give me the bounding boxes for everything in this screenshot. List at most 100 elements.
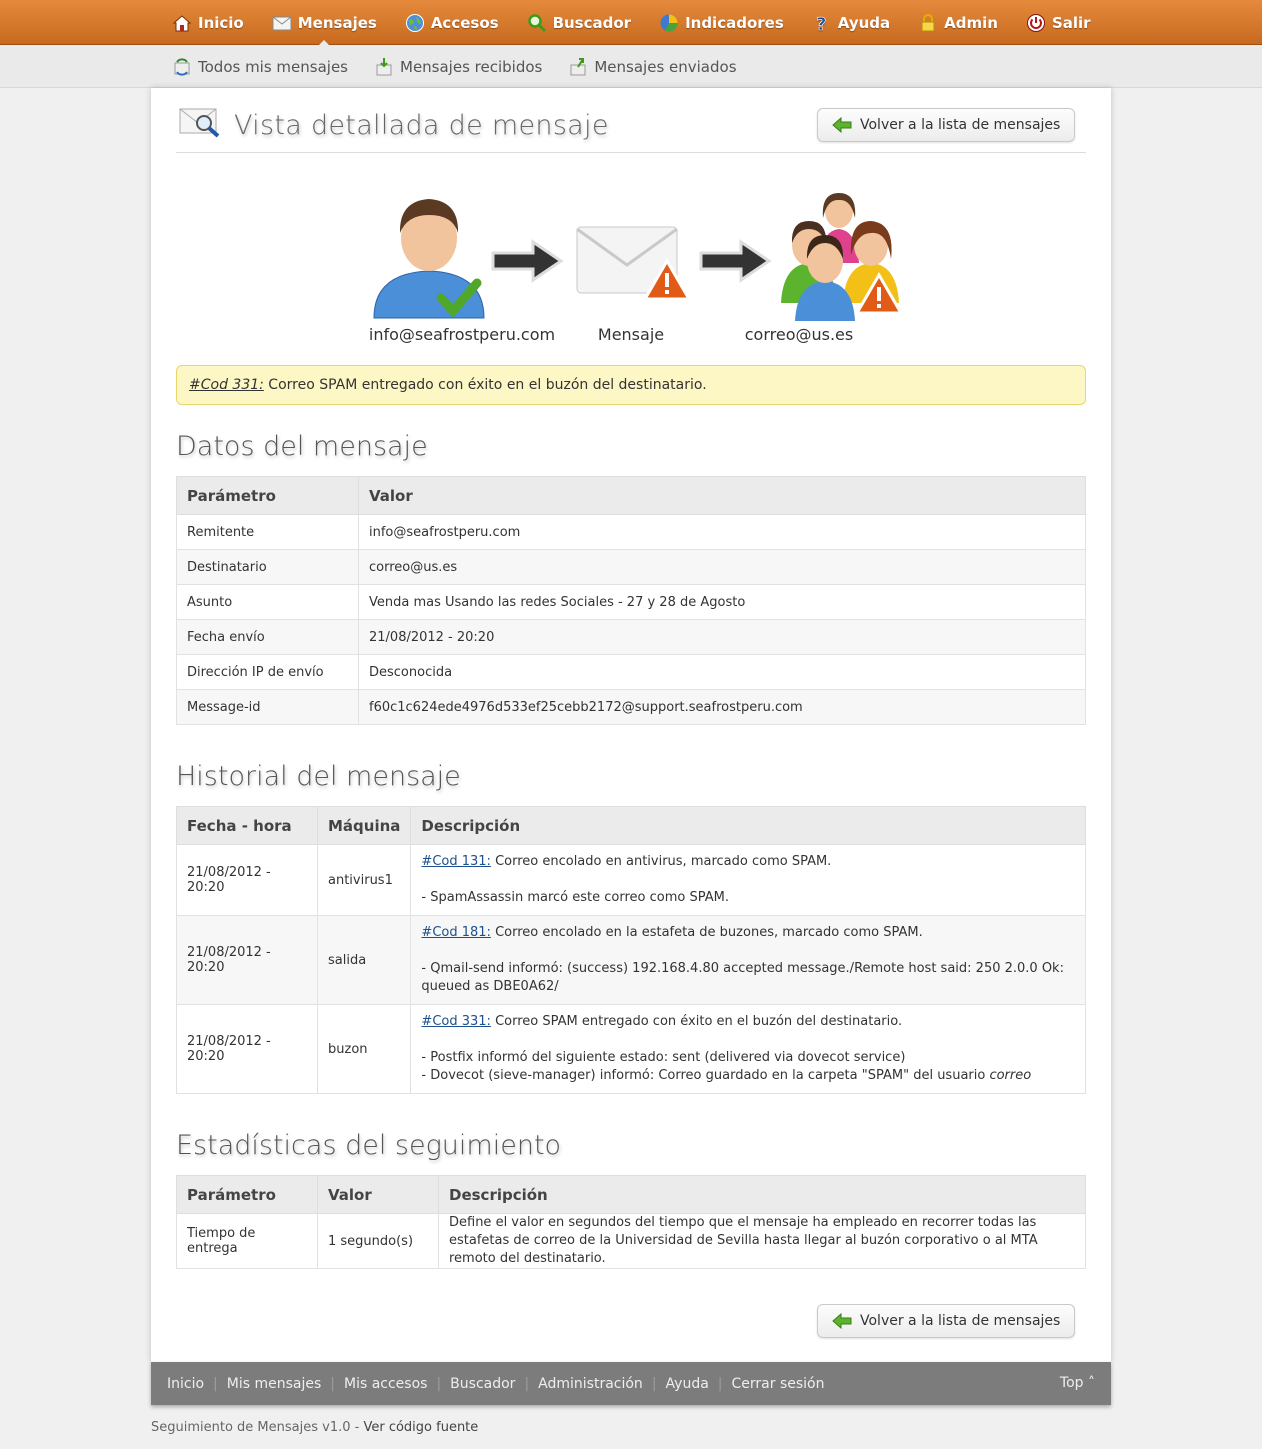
column-header: Parámetro xyxy=(176,476,359,515)
description-cell: #Cod 181: Correo encolado en la estafeta… xyxy=(410,915,1086,1005)
footer-link-mis-mensajes[interactable]: Mis mensajes xyxy=(227,1376,322,1392)
description-summary: #Cod 331: Correo SPAM entregado con éxit… xyxy=(421,1013,1075,1031)
menu-mensajes-label: Mensajes xyxy=(297,13,377,32)
footer-link-inicio[interactable]: Inicio xyxy=(167,1376,204,1392)
status-code-link[interactable]: #Cod 331: xyxy=(189,377,264,393)
code-link[interactable]: #Cod 181: xyxy=(421,925,491,940)
table-row: Destinatario correo@us.es xyxy=(176,549,1086,585)
column-header: Máquina xyxy=(316,806,412,845)
value-cell: 21/08/2012 - 20:20 xyxy=(358,619,1086,655)
footer-link-mis-accesos[interactable]: Mis accesos xyxy=(344,1376,427,1392)
separator: | xyxy=(717,1375,723,1392)
submenu-todos[interactable]: Todos mis mensajes xyxy=(172,45,348,88)
table-row: 21/08/2012 - 20:20 salida #Cod 181: Corr… xyxy=(176,915,1086,1005)
recipient-address: correo@us.es xyxy=(744,325,854,344)
menu-salir[interactable]: Salir xyxy=(1026,0,1091,45)
description-summary: #Cod 131: Correo encolado en antivirus, … xyxy=(421,853,1075,871)
sub-navigation-bar: Todos mis mensajes Mensajes recibidos Me… xyxy=(0,45,1262,88)
message-search-icon xyxy=(179,108,220,138)
param-cell: Destinatario xyxy=(176,549,359,585)
code-link[interactable]: #Cod 331: xyxy=(421,1014,491,1029)
submenu-recibidos[interactable]: Mensajes recibidos xyxy=(374,45,542,88)
back-to-top-link[interactable]: Top ˄ xyxy=(1060,1375,1095,1391)
value-cell: info@seafrostperu.com xyxy=(358,514,1086,550)
submenu-enviados[interactable]: Mensajes enviados xyxy=(568,45,737,88)
outbox-icon xyxy=(570,57,586,75)
menu-admin[interactable]: Admin xyxy=(918,0,998,45)
menu-mensajes[interactable]: Mensajes xyxy=(272,0,377,46)
table-row: 21/08/2012 - 20:20 buzon #Cod 331: Corre… xyxy=(176,1004,1086,1094)
footer-link-administracion[interactable]: Administración xyxy=(538,1376,643,1392)
message-history-table: Fecha - hora Máquina Descripción 21/08/2… xyxy=(176,806,1086,1094)
section-title-datos: Datos del mensaje xyxy=(176,431,428,462)
arrow-right-icon xyxy=(491,239,564,283)
user-name: correo xyxy=(989,1068,1032,1083)
separator: | xyxy=(524,1375,530,1392)
tracking-stats-table: Parámetro Valor Descripción Tiempo de en… xyxy=(176,1175,1086,1269)
power-icon xyxy=(1026,13,1045,32)
date-cell: 21/08/2012 - 20:20 xyxy=(176,1004,318,1094)
footer-link-cerrar-sesion[interactable]: Cerrar sesión xyxy=(732,1376,825,1392)
menu-buscador[interactable]: Buscador xyxy=(527,0,632,45)
separator: | xyxy=(436,1375,442,1392)
description-cell: #Cod 331: Correo SPAM entregado con éxit… xyxy=(410,1004,1086,1094)
lock-icon xyxy=(921,13,935,31)
menu-accesos[interactable]: Accesos xyxy=(405,0,499,45)
separator: | xyxy=(651,1375,657,1392)
menu-admin-label: Admin xyxy=(944,13,998,32)
value-cell: 1 segundo(s) xyxy=(317,1213,439,1269)
recipient-group-icon xyxy=(781,193,904,321)
code-link[interactable]: #Cod 131: xyxy=(421,854,491,869)
message-flow: info@seafrostperu.com Mensaje correo@us.… xyxy=(151,193,1111,353)
page-title: Vista detallada de mensaje xyxy=(234,110,609,141)
message-warning-icon xyxy=(576,226,691,301)
summary-text: Correo encolado en antivirus, marcado co… xyxy=(490,854,832,869)
inbox-icon xyxy=(376,57,392,75)
menu-salir-label: Salir xyxy=(1051,13,1091,32)
footer-link-buscador[interactable]: Buscador xyxy=(450,1376,515,1392)
description-detail: - SpamAssassin marcó este correo como SP… xyxy=(421,890,729,905)
param-cell: Asunto xyxy=(176,584,359,620)
table-row: 21/08/2012 - 20:20 antivirus1 #Cod 131: … xyxy=(176,844,1086,916)
machine-cell: buzon xyxy=(316,1004,412,1094)
summary-text: Correo SPAM entregado con éxito en el bu… xyxy=(490,1014,903,1029)
menu-buscador-label: Buscador xyxy=(552,13,632,32)
sender-address: info@seafrostperu.com xyxy=(368,325,556,344)
table-row: Message-id f60c1c624ede4976d533ef25cebb21… xyxy=(176,689,1086,725)
table-row: Tiempo de entrega 1 segundo(s) Define el… xyxy=(176,1213,1086,1269)
submenu-enviados-label: Mensajes enviados xyxy=(594,57,737,76)
column-header: Valor xyxy=(317,1175,439,1214)
description-cell: Define el valor en segundos del tiempo q… xyxy=(438,1213,1086,1269)
machine-cell: antivirus1 xyxy=(316,844,412,916)
machine-cell: salida xyxy=(316,915,412,1005)
param-cell: Dirección IP de envío xyxy=(176,654,359,690)
arrow-left-icon xyxy=(832,117,852,133)
description-detail: - Postfix informó del siguiente estado: … xyxy=(421,1050,906,1065)
description-cell: #Cod 131: Correo encolado en antivirus, … xyxy=(410,844,1086,916)
footer-link-ayuda[interactable]: Ayuda xyxy=(666,1376,709,1392)
menu-indicadores-label: Indicadores xyxy=(685,13,784,32)
menu-inicio[interactable]: Inicio xyxy=(172,0,244,45)
menu-ayuda[interactable]: ? Ayuda xyxy=(812,0,890,45)
back-to-list-button-top[interactable]: Volver a la lista de mensajes xyxy=(817,108,1076,142)
value-cell: correo@us.es xyxy=(358,549,1086,585)
back-to-list-button-bottom[interactable]: Volver a la lista de mensajes xyxy=(817,1304,1076,1338)
value-cell: Venda mas Usando las redes Sociales - 27… xyxy=(358,584,1086,620)
table-row: Remitente info@seafrostperu.com xyxy=(176,514,1086,550)
table-row: Asunto Venda mas Usando las redes Sociale… xyxy=(176,584,1086,620)
arrow-left-icon xyxy=(832,1313,852,1329)
menu-indicadores[interactable]: Indicadores xyxy=(659,0,784,45)
source-code-link[interactable]: Ver código fuente xyxy=(363,1420,478,1435)
arrow-right-icon xyxy=(699,239,772,283)
table-header-row: Fecha - hora Máquina Descripción xyxy=(176,806,1086,845)
description-detail: - Dovecot (sieve-manager) informó: Corre… xyxy=(421,1067,1075,1085)
credits-text: Seguimiento de Mensajes v1.0 - xyxy=(151,1420,364,1435)
footer-nav: Inicio | Mis mensajes | Mis accesos | Busca… xyxy=(167,1362,824,1405)
section-title-historial: Historial del mensaje xyxy=(176,761,461,792)
table-row: Fecha envío 21/08/2012 - 20:20 xyxy=(176,619,1086,655)
page-header: Vista detallada de mensaje Volver a la l… xyxy=(176,106,1086,153)
help-icon: ? xyxy=(815,13,826,32)
column-header: Parámetro xyxy=(176,1175,318,1214)
summary-text: Correo encolado en la estafeta de buzone… xyxy=(490,925,923,940)
content-card: Vista detallada de mensaje Volver a la l… xyxy=(151,88,1111,1362)
